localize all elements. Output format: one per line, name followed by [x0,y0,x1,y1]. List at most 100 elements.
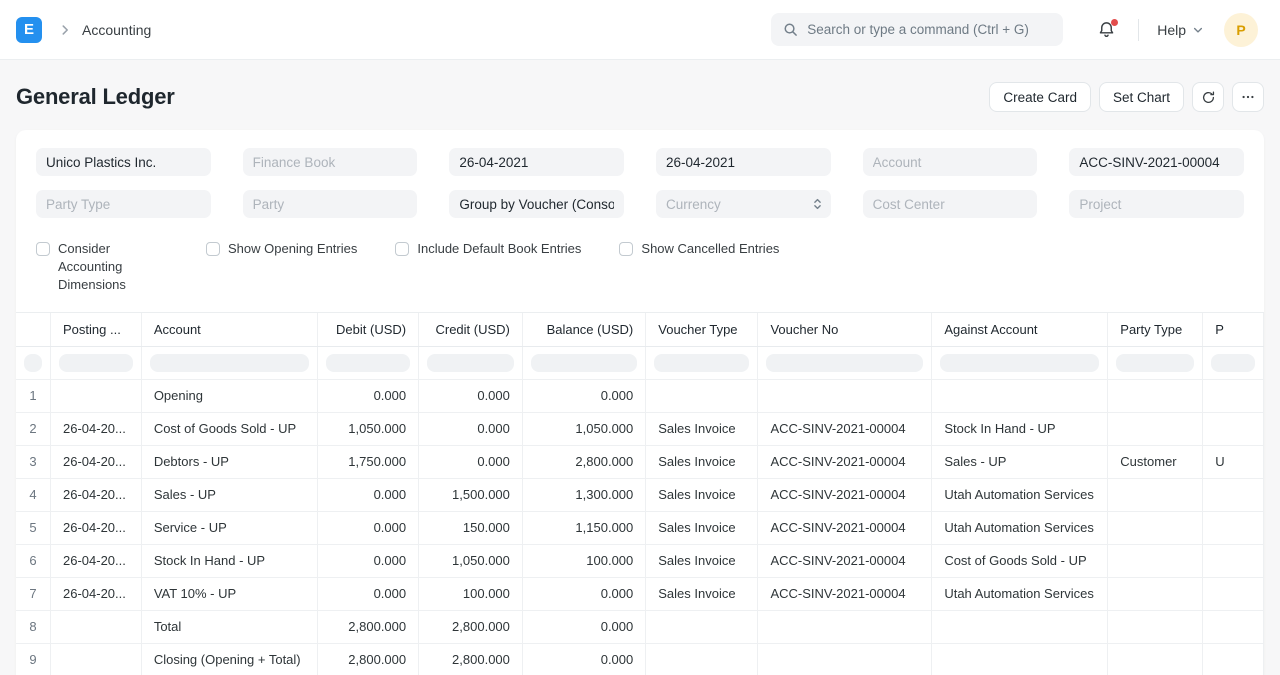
cell-against-account[interactable]: Utah Automation Services [932,577,1108,610]
cell-against-account[interactable] [932,643,1108,675]
filter-pill[interactable] [940,354,1099,372]
menu-button[interactable] [1232,82,1264,112]
cell-account[interactable]: Sales - UP [141,478,317,511]
notifications-bell-icon[interactable] [1097,20,1116,39]
column-filter-input-debit[interactable] [317,346,418,379]
cell-against-account[interactable] [932,379,1108,412]
filter-pill[interactable] [1116,354,1194,372]
cell-credit[interactable]: 2,800.000 [419,643,523,675]
column-header-party[interactable]: P [1203,313,1264,346]
cell-balance[interactable]: 2,800.000 [522,445,645,478]
cell-voucher-no[interactable]: ACC-SINV-2021-00004 [758,544,932,577]
cell-debit[interactable]: 2,800.000 [317,643,418,675]
filter-pill[interactable] [1211,354,1255,372]
cell-party[interactable] [1203,379,1264,412]
cell-party[interactable] [1203,577,1264,610]
cell-debit[interactable]: 1,750.000 [317,445,418,478]
cell-debit[interactable]: 0.000 [317,478,418,511]
cell-voucher-type[interactable]: Sales Invoice [646,511,758,544]
create-card-button[interactable]: Create Card [989,82,1091,112]
global-search-input[interactable]: Search or type a command (Ctrl + G) [771,13,1063,46]
cell-debit[interactable]: 0.000 [317,544,418,577]
column-filter-input-row-index[interactable] [16,346,51,379]
cell-party[interactable] [1203,412,1264,445]
cell-credit[interactable]: 2,800.000 [419,610,523,643]
cell-party[interactable] [1203,478,1264,511]
cell-voucher-type[interactable]: Sales Invoice [646,412,758,445]
cell-balance[interactable]: 1,050.000 [522,412,645,445]
checkbox-consider-accounting-dimensions[interactable]: Consider Accounting Dimensions [36,238,168,294]
checkbox-icon[interactable] [619,242,633,256]
cell-party-type[interactable] [1108,577,1203,610]
cell-voucher-no[interactable]: ACC-SINV-2021-00004 [758,478,932,511]
filter-pill[interactable] [531,354,637,372]
company-filter[interactable] [36,148,211,176]
currency-select[interactable] [656,190,831,218]
column-header-debit[interactable]: Debit (USD) [317,313,418,346]
column-header-voucher-no[interactable]: Voucher No [758,313,932,346]
column-filter-input-voucher-type[interactable] [646,346,758,379]
column-filter-input-balance[interactable] [522,346,645,379]
cell-party[interactable] [1203,643,1264,675]
cell-voucher-no[interactable]: ACC-SINV-2021-00004 [758,445,932,478]
to-date-filter[interactable] [656,148,831,176]
help-menu[interactable]: Help [1157,22,1204,38]
cell-party-type[interactable] [1108,511,1203,544]
cell-balance[interactable]: 0.000 [522,610,645,643]
cell-voucher-no[interactable] [758,379,932,412]
party-filter[interactable] [243,190,418,218]
cell-credit[interactable]: 1,050.000 [419,544,523,577]
filter-pill[interactable] [654,354,749,372]
column-header-posting-date[interactable]: Posting ... [51,313,142,346]
cell-voucher-no[interactable] [758,610,932,643]
column-header-against-account[interactable]: Against Account [932,313,1108,346]
cell-voucher-type[interactable]: Sales Invoice [646,544,758,577]
cell-posting-date[interactable]: 26-04-20... [51,511,142,544]
column-filter-input-voucher-no[interactable] [758,346,932,379]
user-avatar[interactable]: P [1224,13,1258,47]
cell-balance[interactable]: 0.000 [522,643,645,675]
cell-voucher-no[interactable]: ACC-SINV-2021-00004 [758,412,932,445]
column-filter-input-party-type[interactable] [1108,346,1203,379]
cell-voucher-type[interactable]: Sales Invoice [646,445,758,478]
cell-party-type[interactable] [1108,643,1203,675]
cell-party-type[interactable] [1108,544,1203,577]
column-filter-input-credit[interactable] [419,346,523,379]
cell-account[interactable]: Stock In Hand - UP [141,544,317,577]
checkbox-show-cancelled-entries[interactable]: Show Cancelled Entries [619,238,779,258]
account-filter[interactable] [863,148,1038,176]
cell-debit[interactable]: 0.000 [317,379,418,412]
checkbox-icon[interactable] [395,242,409,256]
filter-pill[interactable] [766,354,923,372]
cell-balance[interactable]: 0.000 [522,577,645,610]
erpnext-logo-icon[interactable]: E [16,17,42,43]
cell-voucher-type[interactable] [646,610,758,643]
column-header-account[interactable]: Account [141,313,317,346]
cell-credit[interactable]: 1,500.000 [419,478,523,511]
cell-posting-date[interactable]: 26-04-20... [51,412,142,445]
checkbox-icon[interactable] [206,242,220,256]
cell-debit[interactable]: 1,050.000 [317,412,418,445]
finance-book-filter[interactable] [243,148,418,176]
column-header-balance[interactable]: Balance (USD) [522,313,645,346]
cell-account[interactable]: VAT 10% - UP [141,577,317,610]
cell-against-account[interactable]: Stock In Hand - UP [932,412,1108,445]
cell-debit[interactable]: 2,800.000 [317,610,418,643]
cell-against-account[interactable]: Cost of Goods Sold - UP [932,544,1108,577]
cell-posting-date[interactable]: 26-04-20... [51,577,142,610]
column-header-credit[interactable]: Credit (USD) [419,313,523,346]
currency-filter[interactable] [656,190,831,218]
column-header-voucher-type[interactable]: Voucher Type [646,313,758,346]
filter-pill[interactable] [59,354,133,372]
refresh-button[interactable] [1192,82,1224,112]
cell-party[interactable] [1203,610,1264,643]
cell-voucher-type[interactable] [646,379,758,412]
cell-credit[interactable]: 0.000 [419,412,523,445]
cell-party-type[interactable] [1108,379,1203,412]
cell-posting-date[interactable]: 26-04-20... [51,445,142,478]
cell-voucher-no[interactable] [758,643,932,675]
cell-balance[interactable]: 0.000 [522,379,645,412]
cell-voucher-type[interactable]: Sales Invoice [646,577,758,610]
checkbox-show-opening-entries[interactable]: Show Opening Entries [206,238,357,258]
column-filter-input-posting-date[interactable] [51,346,142,379]
